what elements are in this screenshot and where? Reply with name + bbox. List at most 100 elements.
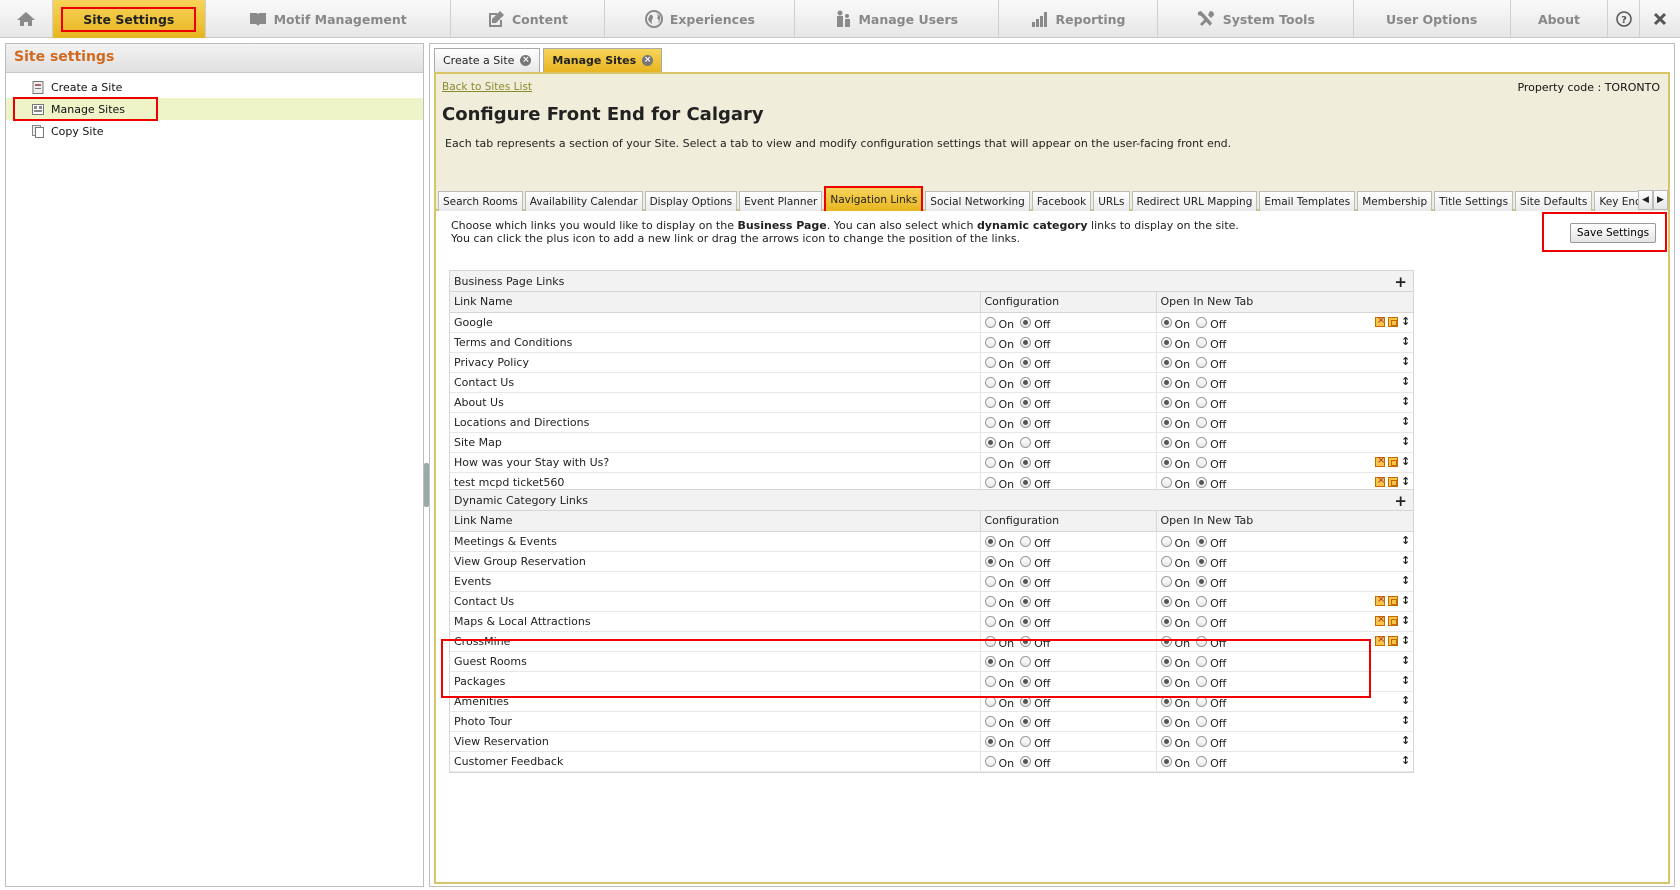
drag-arrows-icon[interactable]: ↕ xyxy=(1401,415,1410,428)
newtab-on-radio[interactable]: On xyxy=(1160,755,1190,770)
delete-icon[interactable] xyxy=(1375,455,1385,467)
drag-arrows-icon[interactable]: ↕ xyxy=(1401,475,1410,488)
radio-button[interactable] xyxy=(1196,735,1208,747)
tab-email-templates[interactable]: Email Templates xyxy=(1259,191,1356,211)
config-on-radio[interactable]: On xyxy=(984,456,1014,471)
config-off-radio[interactable]: Off xyxy=(1020,535,1050,550)
radio-button[interactable] xyxy=(984,316,996,328)
edit-icon[interactable] xyxy=(1388,635,1398,646)
radio-button[interactable] xyxy=(1020,655,1032,667)
config-off-radio[interactable]: Off xyxy=(1020,436,1050,451)
close-button[interactable] xyxy=(1640,0,1680,38)
radio-button[interactable] xyxy=(1196,595,1208,607)
radio-button[interactable] xyxy=(984,755,996,767)
radio-button[interactable] xyxy=(1020,336,1032,348)
radio-button[interactable] xyxy=(1196,336,1208,348)
radio-button[interactable] xyxy=(1196,615,1208,627)
nav-experiences[interactable]: Experiences xyxy=(605,0,796,38)
newtab-on-radio[interactable]: On xyxy=(1160,456,1190,471)
radio-button[interactable] xyxy=(1160,635,1172,647)
delete-icon[interactable] xyxy=(1375,475,1385,487)
radio-button[interactable] xyxy=(1160,416,1172,428)
help-button[interactable]: ? xyxy=(1608,0,1640,38)
newtab-off-radio[interactable]: Off xyxy=(1196,316,1226,331)
radio-button[interactable] xyxy=(1196,655,1208,667)
radio-button[interactable] xyxy=(1020,376,1032,388)
drag-arrows-icon[interactable]: ↕ xyxy=(1401,714,1410,727)
tab-social-networking[interactable]: Social Networking xyxy=(925,191,1030,211)
radio-button[interactable] xyxy=(984,555,996,567)
radio-button[interactable] xyxy=(1160,476,1172,488)
radio-button[interactable] xyxy=(1160,356,1172,368)
radio-button[interactable] xyxy=(1160,436,1172,448)
tab-close-icon[interactable]: × xyxy=(520,55,532,66)
radio-button[interactable] xyxy=(984,635,996,647)
config-off-radio[interactable]: Off xyxy=(1020,456,1050,471)
config-on-radio[interactable]: On xyxy=(984,695,1014,710)
newtab-off-radio[interactable]: Off xyxy=(1196,595,1226,610)
drag-arrows-icon[interactable]: ↕ xyxy=(1401,754,1410,767)
radio-button[interactable] xyxy=(1196,456,1208,468)
newtab-on-radio[interactable]: On xyxy=(1160,396,1190,411)
radio-button[interactable] xyxy=(1020,396,1032,408)
drag-arrows-icon[interactable]: ↕ xyxy=(1401,614,1410,627)
config-on-radio[interactable]: On xyxy=(984,675,1014,690)
radio-button[interactable] xyxy=(984,376,996,388)
newtab-on-radio[interactable]: On xyxy=(1160,615,1190,630)
nav-content[interactable]: Content xyxy=(451,0,606,38)
drag-arrows-icon[interactable]: ↕ xyxy=(1401,574,1410,587)
config-off-radio[interactable]: Off xyxy=(1020,595,1050,610)
radio-button[interactable] xyxy=(1160,595,1172,607)
config-off-radio[interactable]: Off xyxy=(1020,575,1050,590)
radio-button[interactable] xyxy=(1020,595,1032,607)
newtab-off-radio[interactable]: Off xyxy=(1196,695,1226,710)
drag-arrows-icon[interactable]: ↕ xyxy=(1401,435,1410,448)
config-on-radio[interactable]: On xyxy=(984,755,1014,770)
radio-button[interactable] xyxy=(1196,715,1208,727)
drag-arrows-icon[interactable]: ↕ xyxy=(1401,734,1410,747)
config-on-radio[interactable]: On xyxy=(984,356,1014,371)
config-on-radio[interactable]: On xyxy=(984,336,1014,351)
newtab-off-radio[interactable]: Off xyxy=(1196,735,1226,750)
config-on-radio[interactable]: On xyxy=(984,436,1014,451)
radio-button[interactable] xyxy=(1160,336,1172,348)
newtab-off-radio[interactable]: Off xyxy=(1196,336,1226,351)
tab-navigation-links[interactable]: Navigation Links xyxy=(824,186,924,211)
save-settings-button[interactable]: Save Settings xyxy=(1570,223,1656,243)
config-on-radio[interactable]: On xyxy=(984,316,1014,331)
radio-button[interactable] xyxy=(1160,735,1172,747)
back-to-sites-link[interactable]: Back to Sites List xyxy=(442,81,532,93)
drag-arrows-icon[interactable]: ↕ xyxy=(1401,694,1410,707)
edit-icon[interactable] xyxy=(1388,615,1398,626)
radio-button[interactable] xyxy=(1196,396,1208,408)
radio-button[interactable] xyxy=(1020,755,1032,767)
newtab-on-radio[interactable]: On xyxy=(1160,575,1190,590)
radio-button[interactable] xyxy=(984,356,996,368)
config-off-radio[interactable]: Off xyxy=(1020,416,1050,431)
radio-button[interactable] xyxy=(1160,715,1172,727)
sidebar-item-copy-site[interactable]: Copy Site xyxy=(6,120,423,142)
newtab-off-radio[interactable]: Off xyxy=(1196,436,1226,451)
tab-manage-sites[interactable]: Manage Sites × xyxy=(543,48,663,72)
radio-button[interactable] xyxy=(984,675,996,687)
config-off-radio[interactable]: Off xyxy=(1020,396,1050,411)
config-off-radio[interactable]: Off xyxy=(1020,376,1050,391)
tab-urls[interactable]: URLs xyxy=(1093,191,1130,211)
radio-button[interactable] xyxy=(984,595,996,607)
radio-button[interactable] xyxy=(1196,555,1208,567)
radio-button[interactable] xyxy=(1020,476,1032,488)
drag-arrows-icon[interactable]: ↕ xyxy=(1401,455,1410,468)
newtab-on-radio[interactable]: On xyxy=(1160,655,1190,670)
radio-button[interactable] xyxy=(984,456,996,468)
radio-button[interactable] xyxy=(1020,575,1032,587)
radio-button[interactable] xyxy=(1196,755,1208,767)
radio-button[interactable] xyxy=(1160,575,1172,587)
radio-button[interactable] xyxy=(984,735,996,747)
drag-arrows-icon[interactable]: ↕ xyxy=(1401,395,1410,408)
radio-button[interactable] xyxy=(1020,695,1032,707)
edit-icon[interactable] xyxy=(1388,595,1398,606)
tab-close-icon[interactable]: × xyxy=(642,55,654,66)
radio-button[interactable] xyxy=(1160,615,1172,627)
newtab-off-radio[interactable]: Off xyxy=(1196,675,1226,690)
tab-availability-calendar[interactable]: Availability Calendar xyxy=(524,191,643,211)
